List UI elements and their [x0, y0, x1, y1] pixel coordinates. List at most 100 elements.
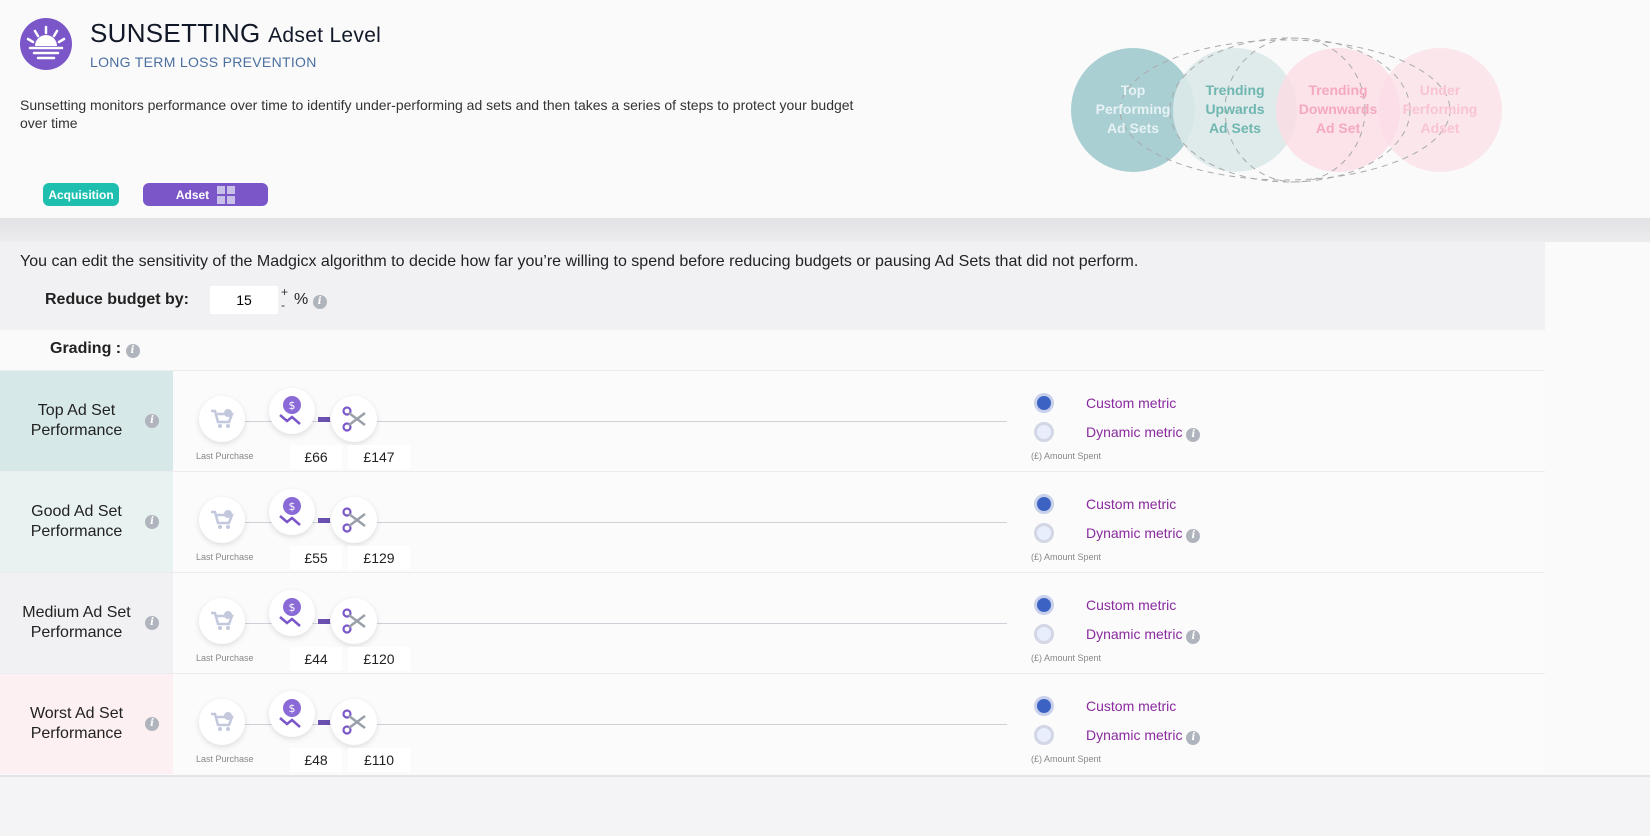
- max-amount[interactable]: £129: [348, 546, 410, 570]
- info-icon[interactable]: i: [145, 717, 159, 731]
- custom-metric-radio[interactable]: [1034, 595, 1054, 615]
- row-label: Medium Ad Set Performance: [22, 604, 131, 641]
- dynamic-metric-radio[interactable]: [1034, 725, 1054, 745]
- cart-icon: [199, 497, 245, 543]
- max-amount[interactable]: £110: [348, 748, 410, 772]
- page-subtitle: LONG TERM LOSS PREVENTION: [90, 54, 317, 70]
- dynamic-metric-radio[interactable]: [1034, 624, 1054, 644]
- svg-text:$: $: [289, 500, 296, 513]
- reduce-budget-label: Reduce budget by:: [45, 291, 190, 308]
- min-amount[interactable]: £66: [290, 445, 342, 469]
- grading-row: Top Ad Set Performance i $ Last Purchase …: [0, 370, 1545, 471]
- cart-icon: [199, 699, 245, 745]
- min-amount[interactable]: £44: [290, 647, 342, 671]
- range-connector: [318, 619, 330, 624]
- dynamic-metric-text: Dynamic metric: [1086, 727, 1183, 743]
- tag-label: Adset: [175, 187, 210, 202]
- grading-text: Grading :: [50, 340, 122, 357]
- info-icon[interactable]: i: [1186, 629, 1201, 644]
- budget-reduce-icon[interactable]: $: [269, 691, 315, 737]
- min-amount[interactable]: £55: [290, 546, 342, 570]
- scissors-icon[interactable]: [331, 396, 377, 442]
- row-label: Worst Ad Set Performance: [29, 705, 124, 742]
- amount-spent-label: (£) Amount Spent: [1031, 451, 1102, 461]
- cart-icon: [199, 598, 245, 644]
- dynamic-metric-label[interactable]: Dynamic metric i: [1086, 525, 1201, 543]
- last-purchase-label: Last Purchase: [196, 754, 254, 764]
- tag-adset[interactable]: Adset: [143, 183, 268, 206]
- dynamic-metric-text: Dynamic metric: [1086, 424, 1183, 440]
- scissors-icon[interactable]: [331, 598, 377, 644]
- min-amount[interactable]: £48: [290, 748, 342, 772]
- dynamic-metric-text: Dynamic metric: [1086, 626, 1183, 642]
- venn-label-upwards: Trending Upwards Ad Sets: [1205, 82, 1264, 136]
- grading-row: Medium Ad Set Performance i $ Last Purcha…: [0, 572, 1545, 673]
- dynamic-metric-label[interactable]: Dynamic metric i: [1086, 727, 1201, 745]
- custom-metric-label[interactable]: Custom metric: [1086, 395, 1176, 411]
- description: Sunsetting monitors performance over tim…: [20, 97, 854, 131]
- dynamic-metric-radio[interactable]: [1034, 422, 1054, 442]
- info-icon[interactable]: i: [1186, 528, 1201, 543]
- svg-text:$: $: [289, 702, 296, 715]
- row-label-cell: Good Ad Set Performance i: [0, 472, 173, 572]
- reduce-budget-input[interactable]: [210, 286, 278, 314]
- budget-reduce-icon[interactable]: $: [269, 489, 315, 535]
- cart-icon: [199, 396, 245, 442]
- range-connector: [318, 417, 330, 422]
- range-connector: [318, 720, 330, 725]
- tag-acquisition[interactable]: Acquisition: [43, 183, 119, 206]
- max-amount[interactable]: £147: [348, 445, 410, 469]
- title-suffix: Adset Level: [268, 24, 382, 47]
- grading-label: Grading : i: [50, 340, 140, 358]
- scissors-icon[interactable]: [331, 699, 377, 745]
- custom-metric-label[interactable]: Custom metric: [1086, 496, 1176, 512]
- decrement-button[interactable]: -: [281, 299, 288, 312]
- reduce-budget-stepper[interactable]: + -: [281, 286, 288, 312]
- dynamic-metric-radio[interactable]: [1034, 523, 1054, 543]
- footer-band: [0, 775, 1650, 836]
- custom-metric-radio[interactable]: [1034, 393, 1054, 413]
- custom-metric-label[interactable]: Custom metric: [1086, 698, 1176, 714]
- amount-spent-label: (£) Amount Spent: [1031, 754, 1102, 764]
- sunset-logo-icon: [20, 18, 72, 70]
- grading-row: Good Ad Set Performance i $ Last Purchase…: [0, 471, 1545, 572]
- info-icon[interactable]: i: [312, 294, 327, 309]
- max-amount[interactable]: £120: [348, 647, 410, 671]
- custom-metric-label[interactable]: Custom metric: [1086, 597, 1176, 613]
- custom-metric-radio[interactable]: [1034, 494, 1054, 514]
- dynamic-metric-text: Dynamic metric: [1086, 525, 1183, 541]
- budget-reduce-icon[interactable]: $: [269, 388, 315, 434]
- venn-diagram: Top Performing Ad Sets Trending Upwards Ad S…: [1071, 37, 1502, 183]
- row-label-cell: Top Ad Set Performance i: [0, 371, 173, 471]
- dynamic-metric-label[interactable]: Dynamic metric i: [1086, 424, 1201, 442]
- last-purchase-label: Last Purchase: [196, 552, 254, 562]
- info-icon[interactable]: i: [1186, 730, 1201, 745]
- last-purchase-label: Last Purchase: [196, 653, 254, 663]
- info-icon[interactable]: i: [145, 616, 159, 630]
- last-purchase-label: Last Purchase: [196, 451, 254, 461]
- amount-spent-label: (£) Amount Spent: [1031, 653, 1102, 663]
- row-label-cell: Worst Ad Set Performance i: [0, 674, 173, 774]
- row-label-cell: Medium Ad Set Performance i: [0, 573, 173, 673]
- budget-reduce-icon[interactable]: $: [269, 590, 315, 636]
- row-label: Top Ad Set Performance: [30, 402, 123, 439]
- settings-info: You can edit the sensitivity of the Madg…: [20, 253, 1139, 270]
- unit-label: %: [294, 291, 309, 308]
- svg-text:$: $: [289, 601, 296, 614]
- divider: [0, 218, 1650, 242]
- dynamic-metric-label[interactable]: Dynamic metric i: [1086, 626, 1201, 644]
- custom-metric-radio[interactable]: [1034, 696, 1054, 716]
- row-label: Good Ad Set Performance: [30, 503, 123, 540]
- title-main: SUNSETTING: [90, 18, 261, 48]
- svg-text:$: $: [289, 399, 296, 412]
- page-title: SUNSETTING Adset Level: [90, 18, 381, 49]
- range-connector: [318, 518, 330, 523]
- percent-unit: % i: [294, 291, 327, 309]
- grid-icon: [217, 185, 236, 204]
- info-icon[interactable]: i: [145, 515, 159, 529]
- info-icon[interactable]: i: [125, 343, 140, 358]
- info-icon[interactable]: i: [1186, 427, 1201, 442]
- tag-label: Acquisition: [48, 187, 114, 202]
- scissors-icon[interactable]: [331, 497, 377, 543]
- info-icon[interactable]: i: [145, 414, 159, 428]
